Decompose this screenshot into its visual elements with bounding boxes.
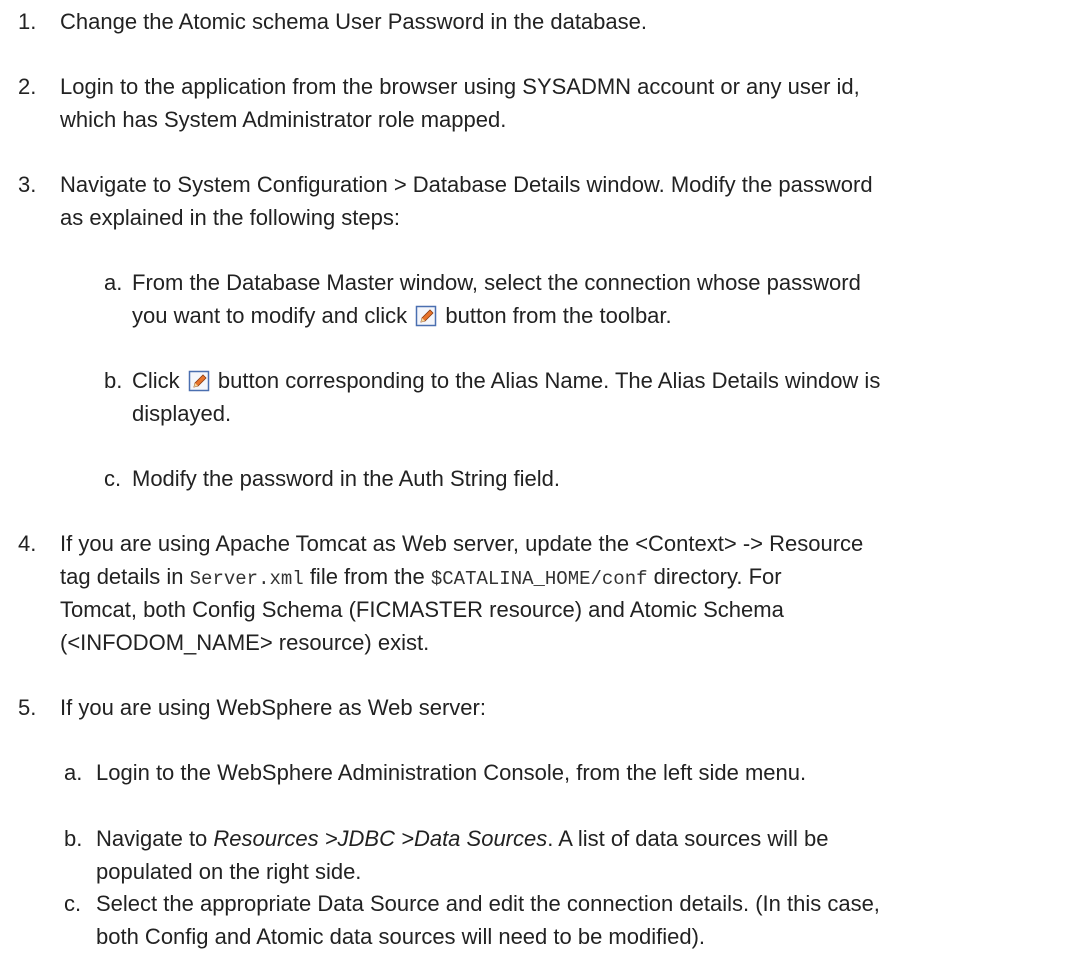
substep-text-line: you want to modify and click button from… [132,299,672,332]
edit-icon [188,368,210,392]
step-text-line: which has System Administrator role mapp… [60,107,507,132]
code-filename: Server.xml [189,568,304,590]
step-number: 4. [18,531,37,556]
substep-letter: c. [104,466,122,491]
edit-icon [415,303,437,327]
step-text: If you are using WebSphere as Web server… [60,695,486,720]
step-text: directory. For [653,564,782,589]
substep-text: Navigate to [96,826,208,851]
code-path: $CATALINA_HOME/conf [430,568,648,590]
substep-text-line: Click button corresponding to the Alias … [132,364,880,397]
substep-text: button corresponding to the Alias Name. … [217,368,881,393]
substep-text-line: From the Database Master window, select … [132,270,861,295]
step-number: 2. [18,74,37,99]
menu-path: Resources >JDBC >Data Sources [213,826,548,851]
substep-text: Click [132,368,180,393]
step-number: 1. [18,9,37,34]
substep-text-line: Navigate to Resources >JDBC >Data Source… [96,822,829,855]
step-number: 3. [18,172,37,197]
substep-text: Modify the password in the Auth String f… [132,466,561,491]
step-text-line: If you are using Apache Tomcat as Web se… [60,531,864,556]
substep-text-line: Select the appropriate Data Source and e… [96,891,880,916]
substep-text-line: populated on the right side. [96,859,362,884]
step-text-line: (<INFODOM_NAME> resource) exist. [60,630,430,655]
substep-letter: a. [64,760,83,785]
step-number: 5. [18,695,37,720]
step-text: file from the [309,564,425,589]
step-text-line: tag details in Server.xml file from the … [60,560,782,596]
substep-text: you want to modify and click [132,303,408,328]
step-text: tag details in [60,564,184,589]
step-text-line: Navigate to System Configuration > Datab… [60,172,873,197]
substep-letter: b. [104,368,123,393]
step-text: Change the Atomic schema User Password i… [60,9,647,34]
substep-letter: a. [104,270,123,295]
substep-text-line: both Config and Atomic data sources will… [96,924,706,949]
step-text-line: Login to the application from the browse… [60,74,860,99]
substep-text: . A list of data sources will be [547,826,829,851]
substep-text: Login to the WebSphere Administration Co… [96,760,807,785]
step-text-line: as explained in the following steps: [60,205,400,230]
substep-letter: b. [64,826,83,851]
substep-text-line: displayed. [132,401,232,426]
substep-letter: c. [64,891,82,916]
step-text-line: Tomcat, both Config Schema (FICMASTER re… [60,597,784,622]
substep-text: button from the toolbar. [445,303,672,328]
